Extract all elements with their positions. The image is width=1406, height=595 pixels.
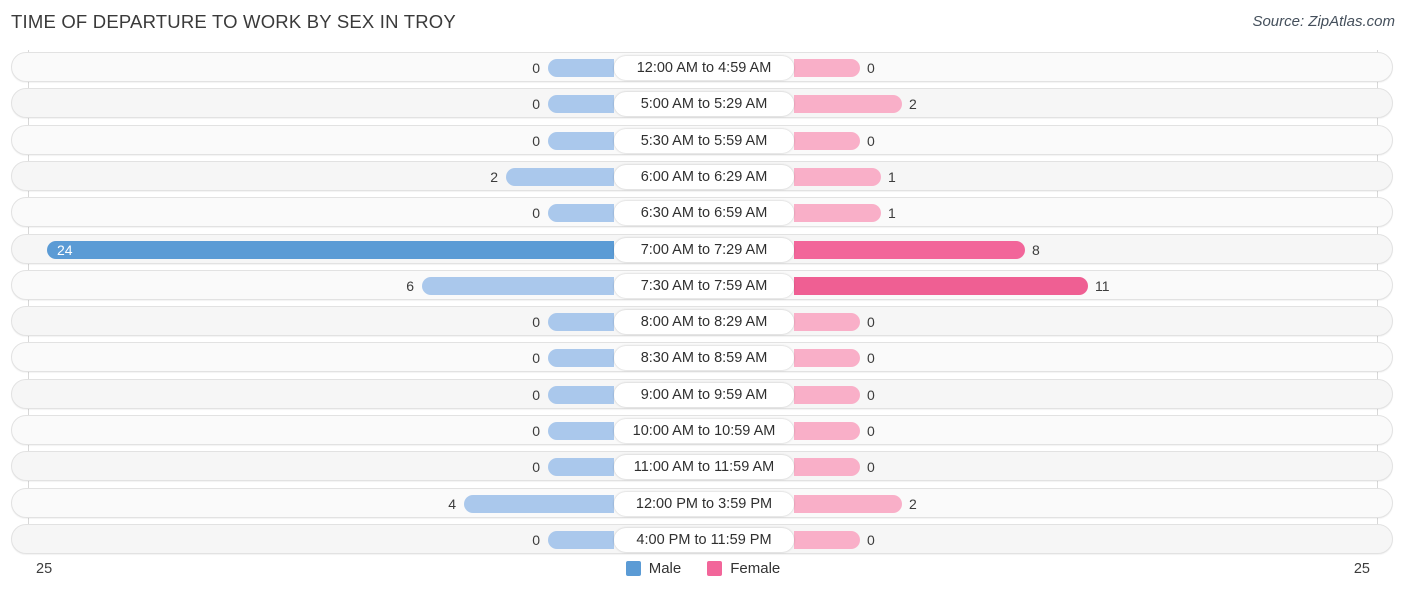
value-label-female: 0 xyxy=(867,423,875,439)
value-label-male: 0 xyxy=(532,459,540,476)
chart-row[interactable]: 7:30 AM to 7:59 AM 6 11 xyxy=(11,269,1393,300)
bar-male[interactable] xyxy=(548,422,614,440)
chart-row[interactable]: 8:00 AM to 8:29 AM 0 0 xyxy=(11,306,1393,337)
bar-male[interactable] xyxy=(548,59,614,77)
legend-item-male[interactable]: Male xyxy=(625,560,682,577)
chart-row[interactable]: 10:00 AM to 10:59 AM 0 0 xyxy=(11,415,1393,445)
bar-male[interactable] xyxy=(548,95,614,114)
bar-female[interactable] xyxy=(794,240,1025,259)
category-label: 5:30 AM to 5:59 AM xyxy=(614,128,794,153)
value-label-female: 0 xyxy=(867,350,875,367)
value-label-female: 0 xyxy=(867,314,875,331)
bar-male[interactable] xyxy=(548,385,614,404)
chart-row[interactable]: 8:30 AM to 8:59 AM 0 0 xyxy=(11,342,1393,373)
chart-row[interactable]: 11:00 AM to 11:59 AM 0 0 xyxy=(11,451,1393,482)
category-label: 7:30 AM to 7:59 AM xyxy=(614,273,794,298)
legend-label: Female xyxy=(730,560,781,577)
value-label-female: 0 xyxy=(867,132,875,149)
chart-row[interactable]: 12:00 PM to 3:59 PM 4 2 xyxy=(11,487,1393,518)
chart-footer: 25 25 Male Female xyxy=(0,548,1406,595)
source-attribution: Source: ZipAtlas.com xyxy=(1252,13,1395,30)
category-label: 8:00 AM to 8:29 AM xyxy=(614,310,794,335)
legend-label: Male xyxy=(648,560,682,577)
category-label: 10:00 AM to 10:59 AM xyxy=(614,419,794,443)
bar-female[interactable] xyxy=(794,494,902,513)
value-label-male: 2 xyxy=(490,168,498,185)
chart-header: TIME OF DEPARTURE TO WORK BY SEX IN TROY… xyxy=(0,0,1406,46)
value-label-male: 4 xyxy=(448,495,456,512)
value-label-male: 0 xyxy=(532,132,540,149)
category-label: 8:30 AM to 8:59 AM xyxy=(614,346,794,371)
value-label-male: 0 xyxy=(532,205,540,222)
value-label-male: 0 xyxy=(532,350,540,367)
value-label-male: 0 xyxy=(532,314,540,331)
square-swatch-icon xyxy=(707,561,723,576)
legend-item-female[interactable]: Female xyxy=(707,560,780,577)
chart-plot-area: 12:00 AM to 4:59 AM 0 0 5:00 AM to 5:29 AM 0… xyxy=(0,50,1406,554)
value-label-female: 0 xyxy=(867,531,875,548)
category-label: 6:30 AM to 6:59 AM xyxy=(614,201,794,226)
value-label-female: 1 xyxy=(888,168,896,185)
value-label-male: 6 xyxy=(406,277,414,294)
bar-male[interactable] xyxy=(548,313,614,332)
chart-row[interactable]: 9:00 AM to 9:59 AM 0 0 xyxy=(11,378,1393,409)
chart-row[interactable]: 7:00 AM to 7:29 AM 24 8 xyxy=(11,233,1393,264)
bar-female[interactable] xyxy=(794,204,881,223)
value-label-female: 8 xyxy=(1032,241,1040,258)
bar-male[interactable] xyxy=(464,494,614,513)
value-label-male: 0 xyxy=(532,531,540,548)
bar-male[interactable] xyxy=(548,131,614,150)
chart-row[interactable]: 5:30 AM to 5:59 AM 0 0 xyxy=(11,124,1393,155)
category-label: 7:00 AM to 7:29 AM xyxy=(614,237,794,262)
value-label-female: 2 xyxy=(909,96,917,113)
bar-female[interactable] xyxy=(794,276,1088,295)
value-label-male: 0 xyxy=(532,60,540,76)
category-label: 5:00 AM to 5:29 AM xyxy=(614,92,794,117)
bar-female[interactable] xyxy=(794,95,902,114)
value-label-male: 0 xyxy=(532,423,540,439)
category-label: 12:00 AM to 4:59 AM xyxy=(614,56,794,80)
bar-male[interactable] xyxy=(422,276,614,295)
bar-female[interactable] xyxy=(794,131,860,150)
value-label-female: 0 xyxy=(867,386,875,403)
chart-row[interactable]: 5:00 AM to 5:29 AM 0 2 xyxy=(11,88,1393,119)
square-swatch-icon xyxy=(625,561,641,576)
bar-male[interactable] xyxy=(548,530,614,549)
bar-female[interactable] xyxy=(794,59,860,77)
bar-male[interactable] xyxy=(548,349,614,368)
value-label-female: 1 xyxy=(888,205,896,222)
bar-female[interactable] xyxy=(794,313,860,332)
value-label-male: 0 xyxy=(532,386,540,403)
category-label: 9:00 AM to 9:59 AM xyxy=(614,382,794,407)
bar-male[interactable] xyxy=(506,167,614,186)
bar-female[interactable] xyxy=(794,422,860,440)
bar-male[interactable] xyxy=(47,240,614,259)
chart-legend: Male Female xyxy=(0,560,1406,577)
bar-female[interactable] xyxy=(794,349,860,368)
chart-row[interactable]: 6:30 AM to 6:59 AM 0 1 xyxy=(11,197,1393,228)
chart-row[interactable]: 6:00 AM to 6:29 AM 2 1 xyxy=(11,160,1393,191)
value-label-female: 11 xyxy=(1095,277,1110,294)
category-label: 6:00 AM to 6:29 AM xyxy=(614,164,794,189)
value-label-male: 0 xyxy=(532,96,540,113)
chart-row[interactable]: 12:00 AM to 4:59 AM 0 0 xyxy=(11,52,1393,82)
bar-female[interactable] xyxy=(794,385,860,404)
bar-male[interactable] xyxy=(548,204,614,223)
bar-female[interactable] xyxy=(794,167,881,186)
bar-female[interactable] xyxy=(794,530,860,549)
value-label-male: 24 xyxy=(57,241,73,258)
bar-male[interactable] xyxy=(548,458,614,477)
value-label-female: 0 xyxy=(867,60,875,76)
value-label-female: 0 xyxy=(867,459,875,476)
value-label-female: 2 xyxy=(909,495,917,512)
bar-female[interactable] xyxy=(794,458,860,477)
page-title: TIME OF DEPARTURE TO WORK BY SEX IN TROY xyxy=(11,11,456,32)
category-label: 11:00 AM to 11:59 AM xyxy=(614,455,794,480)
category-label: 12:00 PM to 3:59 PM xyxy=(614,491,794,516)
